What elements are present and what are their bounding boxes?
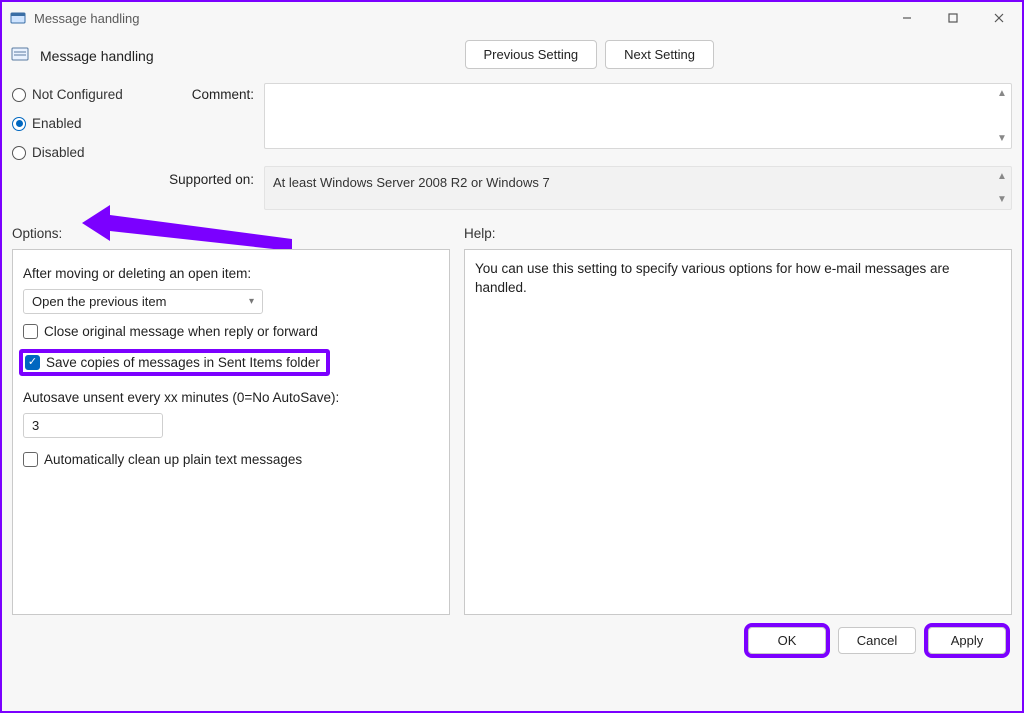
policy-editor-window: Message handling Message handling Previo… [0,0,1024,713]
after-move-select[interactable]: Open the previous item ▾ [23,289,263,314]
footer-buttons: OK Cancel Apply [2,615,1022,664]
options-section-label: Options: [12,226,464,241]
after-move-label: After moving or deleting an open item: [23,266,439,281]
autosave-label: Autosave unsent every xx minutes (0=No A… [23,390,439,405]
titlebar: Message handling [2,2,1022,34]
close-original-checkbox[interactable]: Close original message when reply or for… [23,324,439,339]
state-radio-group: Not Configured Enabled Disabled [12,83,152,160]
section-labels: Options: Help: [2,220,1022,245]
options-panel: After moving or deleting an open item: O… [12,249,450,615]
checkbox-label: Save copies of messages in Sent Items fo… [46,355,320,370]
scroll-down-icon[interactable]: ▼ [996,133,1008,144]
cancel-button[interactable]: Cancel [838,627,916,654]
scroll-up-icon[interactable]: ▲ [996,171,1008,182]
supported-label: Supported on: [158,160,258,187]
scroll-down-icon[interactable]: ▼ [996,194,1008,205]
supported-value: At least Windows Server 2008 R2 or Windo… [273,175,550,190]
save-copies-checkbox[interactable]: Save copies of messages in Sent Items fo… [25,355,320,370]
autosave-value: 3 [32,418,39,433]
close-button[interactable] [976,2,1022,34]
checkbox-label: Close original message when reply or for… [44,324,318,339]
checkbox-label: Automatically clean up plain text messag… [44,452,302,467]
help-section-label: Help: [464,226,496,241]
radio-label: Disabled [32,145,85,160]
window-title: Message handling [34,11,140,26]
radio-label: Not Configured [32,87,123,102]
radio-label: Enabled [32,116,82,131]
apply-button[interactable]: Apply [928,627,1006,654]
next-setting-button[interactable]: Next Setting [605,40,714,69]
scroll-up-icon[interactable]: ▲ [996,88,1008,99]
panels-row: After moving or deleting an open item: O… [2,245,1022,615]
enabled-radio[interactable]: Enabled [12,116,152,131]
after-move-value: Open the previous item [32,294,166,309]
help-text: You can use this setting to specify vari… [475,260,1001,298]
autosave-input[interactable]: 3 [23,413,163,438]
policy-icon [10,45,30,65]
comment-textarea[interactable]: ▲ ▼ [264,83,1012,149]
header-row: Message handling Previous Setting Next S… [2,34,1022,83]
upper-section: Not Configured Enabled Disabled Comment:… [2,83,1022,220]
help-panel: You can use this setting to specify vari… [464,249,1012,615]
previous-setting-button[interactable]: Previous Setting [465,40,598,69]
comment-label: Comment: [158,83,258,102]
auto-clean-checkbox[interactable]: Automatically clean up plain text messag… [23,452,439,467]
minimize-button[interactable] [884,2,930,34]
supported-on-box: At least Windows Server 2008 R2 or Windo… [264,166,1012,210]
chevron-down-icon: ▾ [249,296,254,307]
annotation-highlight-save-copies: Save copies of messages in Sent Items fo… [19,349,330,376]
ok-button[interactable]: OK [748,627,826,654]
disabled-radio[interactable]: Disabled [12,145,152,160]
not-configured-radio[interactable]: Not Configured [12,87,152,102]
page-title: Message handling [40,48,154,64]
maximize-button[interactable] [930,2,976,34]
app-icon [10,10,26,26]
